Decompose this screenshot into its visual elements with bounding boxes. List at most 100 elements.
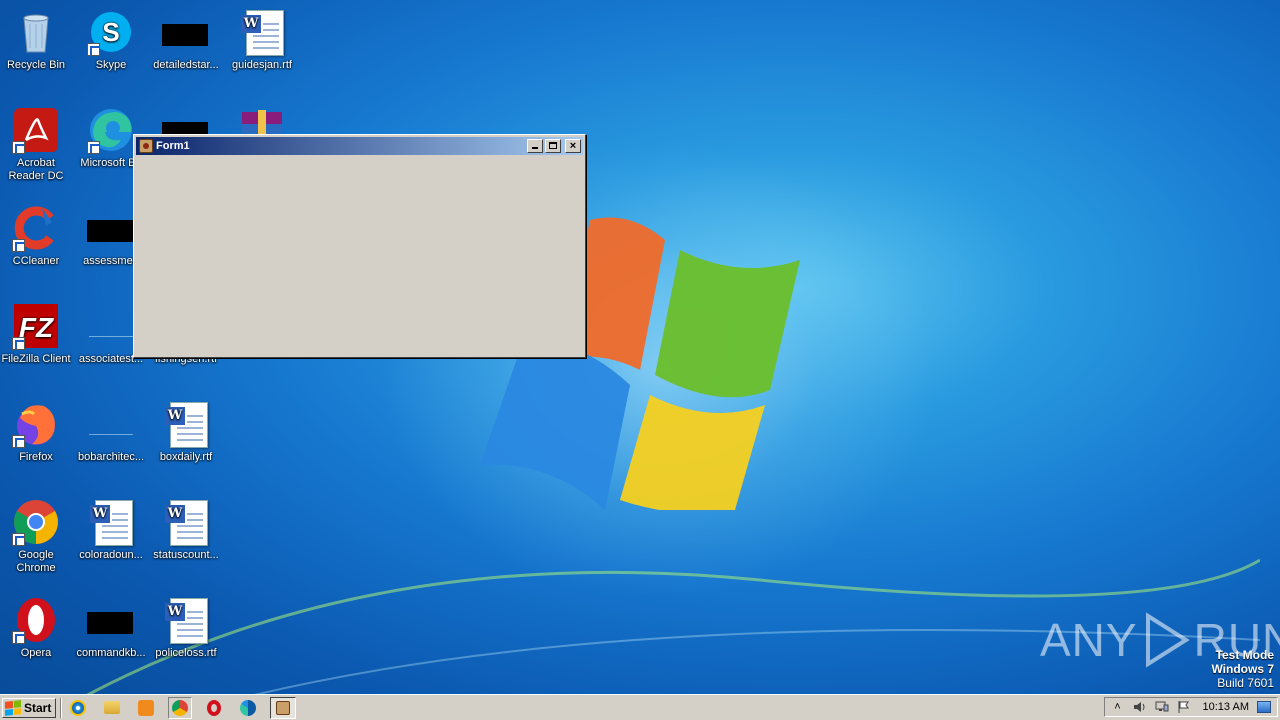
shortcut-arrow-icon (12, 631, 25, 644)
quicklaunch-explorer[interactable] (100, 697, 124, 719)
quicklaunch-ie[interactable] (66, 697, 90, 719)
play-icon (1145, 612, 1190, 668)
show-hidden-icons-icon[interactable]: ˄ (1111, 700, 1125, 714)
desktop-icon[interactable]: S Skype (73, 8, 149, 72)
firefox-icon (12, 400, 60, 448)
desktop-icon[interactable]: Firefox (0, 400, 74, 464)
os-label: Windows 7 (1211, 662, 1274, 676)
redacted-icon (87, 612, 133, 634)
redacted-icon (162, 24, 208, 46)
ccleaner-icon (12, 204, 60, 252)
redacted-icon (87, 204, 135, 252)
action-center-flag-icon[interactable] (1177, 700, 1191, 714)
desktop-icon-label: detailedstar... (153, 59, 219, 71)
quicklaunch-edge[interactable] (236, 697, 260, 719)
shortcut-arrow-icon (12, 239, 25, 252)
quicklaunch-opera[interactable] (202, 697, 226, 719)
desktop-icon[interactable]: Wboxdaily.rtf (148, 400, 224, 464)
show-desktop-icon[interactable] (1257, 701, 1271, 713)
shortcut-arrow-icon (12, 141, 25, 154)
edge-icon (240, 699, 257, 716)
maximize-button[interactable] (545, 139, 561, 153)
desktop-icon-label: policeloss.rtf (155, 647, 217, 659)
desktop-icon-label: CCleaner (12, 255, 60, 267)
desktop-icon[interactable]: Opera (0, 596, 74, 660)
start-button[interactable]: Start (2, 697, 57, 718)
desktop-icon-label: Firefox (19, 451, 53, 463)
taskbar: Start ˄ 10:13 AM (0, 694, 1280, 720)
taskbar-separator (60, 697, 63, 718)
desktop-icon-label: Recycle Bin (6, 59, 66, 71)
blank-file-icon (87, 302, 135, 350)
chrome-icon (172, 699, 189, 716)
shortcut-arrow-icon (87, 43, 100, 56)
opera-icon (207, 699, 222, 716)
ie-icon (70, 699, 87, 716)
desktop-icon-label: statuscount... (153, 549, 219, 561)
svg-text:S: S (102, 17, 119, 47)
taskbar-clock[interactable]: 10:13 AM (1203, 701, 1249, 713)
desktop-icon-label: commandkb... (76, 647, 146, 659)
shortcut-arrow-icon (12, 435, 25, 448)
desktop-icon-label: boxdaily.rtf (159, 451, 213, 463)
desktop-icon[interactable]: Wstatuscount... (148, 498, 224, 562)
desktop-icon[interactable]: Google Chrome (0, 498, 74, 575)
shortcut-arrow-icon (12, 337, 25, 350)
desktop-icon[interactable]: Wcoloradoun... (73, 498, 149, 562)
redacted-icon (87, 220, 133, 242)
desktop-icon-label: bobarchitec... (77, 451, 145, 463)
quicklaunch-media-player[interactable] (134, 697, 158, 719)
desktop-icon-label: Skype (95, 59, 127, 71)
form1-window[interactable]: Form1 × (133, 134, 586, 358)
desktop-icon-label: guidesjan.rtf (232, 59, 292, 71)
recycle-bin-icon (12, 8, 60, 56)
desktop-icon-label: coloradoun... (79, 549, 143, 561)
blank-file-icon (87, 400, 135, 448)
start-label: Start (24, 700, 52, 715)
desktop-icon[interactable]: bobarchitec... (73, 400, 149, 464)
close-button[interactable]: × (565, 139, 581, 153)
window-titlebar[interactable]: Form1 × (136, 137, 583, 155)
desktop-icon[interactable]: Recycle Bin (0, 8, 74, 72)
desktop-icon[interactable]: detailedstar... (148, 8, 224, 72)
word-document-icon: W (238, 8, 286, 56)
volume-icon[interactable] (1133, 700, 1147, 714)
shortcut-arrow-icon (87, 141, 100, 154)
shortcut-arrow-icon (12, 533, 25, 546)
delphi-app-icon (139, 139, 153, 153)
system-tray: ˄ 10:13 AM (1103, 697, 1278, 717)
window-title: Form1 (156, 140, 190, 152)
skype-icon: S (87, 8, 135, 56)
chrome-icon (12, 498, 60, 546)
word-document-icon: W (162, 400, 210, 448)
watermark-any: ANY (1040, 614, 1138, 666)
desktop-icon[interactable]: Wguidesjan.rtf (224, 8, 300, 72)
desktop-icon[interactable]: Acrobat Reader DC (0, 106, 74, 183)
edge-icon (87, 106, 135, 154)
quicklaunch-chrome[interactable] (168, 696, 193, 719)
redacted-icon (162, 8, 210, 56)
test-mode-notice: Test Mode Windows 7 Build 7601 (1211, 648, 1274, 690)
network-icon[interactable] (1155, 700, 1169, 714)
redacted-icon (87, 596, 135, 644)
desktop-icon-label: Acrobat Reader DC (8, 157, 64, 182)
test-mode-label: Test Mode (1215, 648, 1274, 662)
desktop-icon[interactable]: CCleaner (0, 204, 74, 268)
form-client-area (136, 157, 583, 355)
filezilla-icon: FZ (12, 302, 60, 350)
desktop-icon[interactable]: commandkb... (73, 596, 149, 660)
word-document-icon: W (87, 498, 135, 546)
opera-icon (12, 596, 60, 644)
delphi-app-icon (276, 700, 291, 715)
media-player-icon (138, 699, 155, 716)
desktop-icon[interactable]: FZ FileZilla Client (0, 302, 74, 366)
taskbar-task-form1[interactable] (270, 696, 297, 719)
minimize-button[interactable] (527, 139, 543, 153)
explorer-icon (104, 701, 121, 714)
desktop-icon-label: Google Chrome (16, 549, 56, 574)
build-label: Build 7601 (1217, 676, 1274, 690)
word-document-icon: W (162, 596, 210, 644)
acrobat-reader-icon (12, 106, 60, 154)
desktop-icon[interactable]: Wpoliceloss.rtf (148, 596, 224, 660)
word-document-icon: W (162, 498, 210, 546)
